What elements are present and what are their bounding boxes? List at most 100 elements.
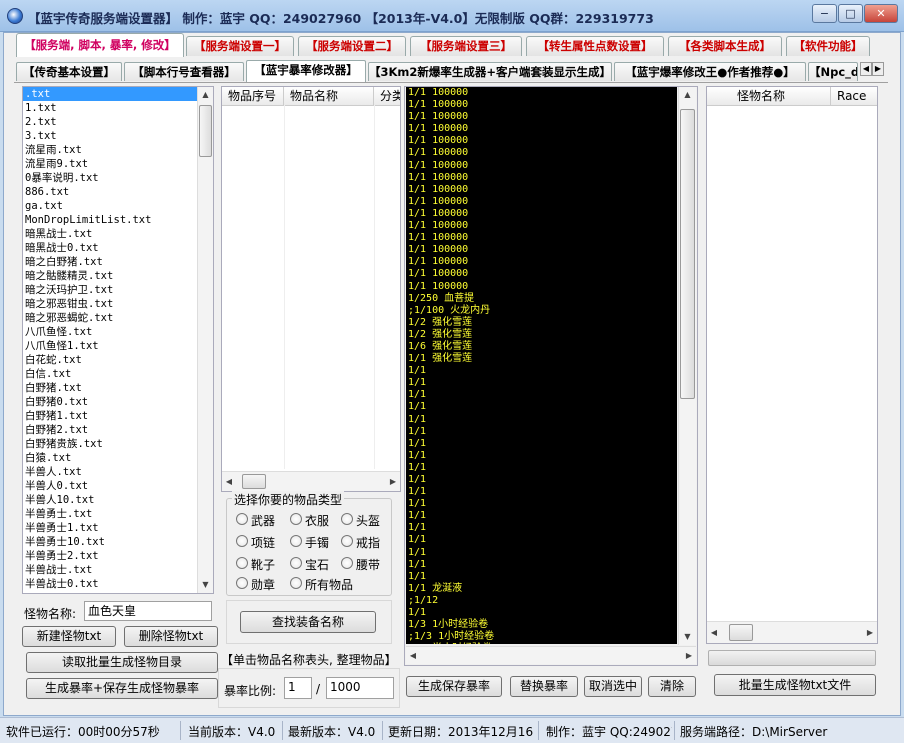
delete-monster-button[interactable]: 删除怪物txt xyxy=(124,626,218,647)
item-type-label[interactable]: 靴子 xyxy=(251,556,275,573)
monster-file-item[interactable]: 0暴率说明.txt xyxy=(23,171,197,185)
monster-file-item[interactable]: 半兽勇士2.txt xyxy=(23,549,197,563)
monster-file-item[interactable]: .txt xyxy=(23,87,197,101)
scroll-up-icon[interactable]: ▲ xyxy=(679,87,696,103)
find-equipment-button[interactable]: 查找装备名称 xyxy=(240,611,376,633)
hscroll-thumb[interactable] xyxy=(729,624,753,641)
monster-file-item[interactable]: 半兽战士0.txt xyxy=(23,577,197,591)
editor-scroll-thumb[interactable] xyxy=(680,109,695,399)
monster-file-item[interactable]: MonDropLimitList.txt xyxy=(23,213,197,227)
generate-save-droprate-button[interactable]: 生成暴率+保存生成怪物暴率 xyxy=(26,678,218,699)
monster-file-item[interactable]: 暗之沃玛护卫.txt xyxy=(23,283,197,297)
scroll-right-icon[interactable]: ▶ xyxy=(682,648,696,664)
monster-file-item[interactable]: 八爪鱼怪1.txt xyxy=(23,339,197,353)
monster-file-item[interactable]: 暗之邪恶钳虫.txt xyxy=(23,297,197,311)
monster-file-item[interactable]: ga.txt xyxy=(23,199,197,213)
monster-file-item[interactable]: 白猿.txt xyxy=(23,451,197,465)
item-table[interactable]: 物品序号 物品名称 分类 ◀ ▶ xyxy=(221,86,401,492)
tab-server-settings-1[interactable]: 【服务端设置一】 xyxy=(186,36,294,56)
monster-file-item[interactable]: 白野猪0.txt xyxy=(23,395,197,409)
item-type-label[interactable]: 宝石 xyxy=(305,556,329,573)
monster-file-item[interactable]: 白野猪贵族.txt xyxy=(23,437,197,451)
item-type-radio[interactable] xyxy=(236,535,248,547)
maximize-button[interactable]: □ xyxy=(838,4,863,23)
subtab-3km2-generator[interactable]: 【3Km2新爆率生成器+客户端套装显示生成】 xyxy=(368,62,612,81)
item-type-radio[interactable] xyxy=(290,535,302,547)
tab-software-features[interactable]: 【软件功能】 xyxy=(786,36,870,56)
item-type-radio[interactable] xyxy=(341,535,353,547)
monster-file-item[interactable]: 2.txt xyxy=(23,115,197,129)
monster-file-item[interactable]: 暗之白野猪.txt xyxy=(23,255,197,269)
monster-file-item[interactable]: 半兽人.txt xyxy=(23,465,197,479)
item-type-label[interactable]: 项链 xyxy=(251,534,275,551)
monster-file-item[interactable]: 白野猪1.txt xyxy=(23,409,197,423)
scroll-left-icon[interactable]: ◀ xyxy=(406,648,420,664)
header-race[interactable]: Race xyxy=(831,87,877,105)
item-type-radio[interactable] xyxy=(290,513,302,525)
monster-file-item[interactable]: 暗之邪恶蝎蛇.txt xyxy=(23,311,197,325)
header-item-name[interactable]: 物品名称 xyxy=(284,87,374,105)
monster-file-item[interactable]: 暗黑战士.txt xyxy=(23,227,197,241)
batch-generate-button[interactable]: 批量生成怪物txt文件 xyxy=(714,674,876,696)
item-type-label[interactable]: 戒指 xyxy=(356,534,380,551)
scroll-up-icon[interactable]: ▲ xyxy=(198,87,213,103)
scroll-down-icon[interactable]: ▼ xyxy=(679,629,696,645)
new-monster-button[interactable]: 新建怪物txt xyxy=(22,626,116,647)
minimize-button[interactable]: − xyxy=(812,4,837,23)
tab-server-settings-3[interactable]: 【服务端设置三】 xyxy=(410,36,522,56)
monster-file-item[interactable]: 886.txt xyxy=(23,185,197,199)
tab-scroll-left-icon[interactable]: ◀ xyxy=(860,62,872,76)
subtab-npc[interactable]: 【Npc_d xyxy=(808,62,858,81)
item-type-label[interactable]: 手镯 xyxy=(305,534,329,551)
monster-table[interactable]: 怪物名称 Race ◀ ▶ xyxy=(706,86,878,644)
close-button[interactable]: ✕ xyxy=(864,4,898,23)
monster-file-item[interactable]: 流星雨.txt xyxy=(23,143,197,157)
item-type-label[interactable]: 勋章 xyxy=(251,576,275,593)
subtab-droprate-king[interactable]: 【蓝宇爆率修改王●作者推荐●】 xyxy=(614,62,806,81)
scroll-right-icon[interactable]: ▶ xyxy=(386,474,400,490)
generate-save-button[interactable]: 生成保存暴率 xyxy=(406,676,502,697)
monster-file-item[interactable]: 八爪鱼怪.txt xyxy=(23,325,197,339)
header-item-index[interactable]: 物品序号 xyxy=(222,87,284,105)
monster-file-item[interactable]: 1.txt xyxy=(23,101,197,115)
file-list-scrollbar[interactable]: ▲ ▼ xyxy=(197,87,213,593)
item-type-radio[interactable] xyxy=(236,513,248,525)
droprate-text-editor[interactable]: 1/1 100000 1/1 100000 1/1 100000 1/1 100000… xyxy=(406,87,677,644)
monster-file-item[interactable]: 半兽勇士10.txt xyxy=(23,535,197,549)
monster-table-hscrollbar[interactable]: ◀ ▶ xyxy=(707,621,877,643)
item-type-radio[interactable] xyxy=(290,577,302,589)
subtab-droprate-editor[interactable]: 【蓝宇暴率修改器】 xyxy=(246,60,366,82)
tab-server-script-droprate[interactable]: 【服务端, 脚本, 暴率, 修改】 xyxy=(16,33,184,57)
clear-button[interactable]: 清除 xyxy=(648,676,696,697)
item-type-radio[interactable] xyxy=(236,577,248,589)
item-type-label[interactable]: 所有物品 xyxy=(305,576,353,593)
scroll-down-icon[interactable]: ▼ xyxy=(198,577,213,593)
ratio-denominator-input[interactable]: 1000 xyxy=(326,677,394,699)
scroll-left-icon[interactable]: ◀ xyxy=(707,625,721,641)
monster-file-item[interactable]: 白花蛇.txt xyxy=(23,353,197,367)
subtab-script-line-viewer[interactable]: 【脚本行号查看器】 xyxy=(124,62,244,81)
item-type-label[interactable]: 武器 xyxy=(251,512,275,529)
editor-hscrollbar[interactable]: ◀ ▶ xyxy=(406,646,696,664)
ratio-numerator-input[interactable]: 1 xyxy=(284,677,312,699)
scroll-left-icon[interactable]: ◀ xyxy=(222,474,236,490)
deselect-button[interactable]: 取消选中 xyxy=(584,676,642,697)
header-monster-name[interactable]: 怪物名称 xyxy=(707,87,831,105)
item-table-hscrollbar[interactable]: ◀ ▶ xyxy=(222,471,400,491)
monster-file-item[interactable]: 半兽人0.txt xyxy=(23,479,197,493)
tab-server-settings-2[interactable]: 【服务端设置二】 xyxy=(298,36,406,56)
monster-file-item[interactable]: 白野猪.txt xyxy=(23,381,197,395)
monster-file-item[interactable]: 半兽人10.txt xyxy=(23,493,197,507)
monster-file-item[interactable]: 白野猪2.txt xyxy=(23,423,197,437)
scroll-right-icon[interactable]: ▶ xyxy=(863,625,877,641)
editor-vscrollbar[interactable]: ▲ ▼ xyxy=(678,87,696,645)
item-type-radio[interactable] xyxy=(341,557,353,569)
replace-droprate-button[interactable]: 替换暴率 xyxy=(510,676,578,697)
monster-file-item[interactable]: 半兽勇士.txt xyxy=(23,507,197,521)
item-type-radio[interactable] xyxy=(341,513,353,525)
item-type-label[interactable]: 腰带 xyxy=(356,556,380,573)
header-item-category[interactable]: 分类 xyxy=(374,87,400,105)
monster-file-item[interactable]: 3.txt xyxy=(23,129,197,143)
monster-file-item[interactable]: 暗之骷髅精灵.txt xyxy=(23,269,197,283)
monster-file-item[interactable]: 半兽勇士1.txt xyxy=(23,521,197,535)
